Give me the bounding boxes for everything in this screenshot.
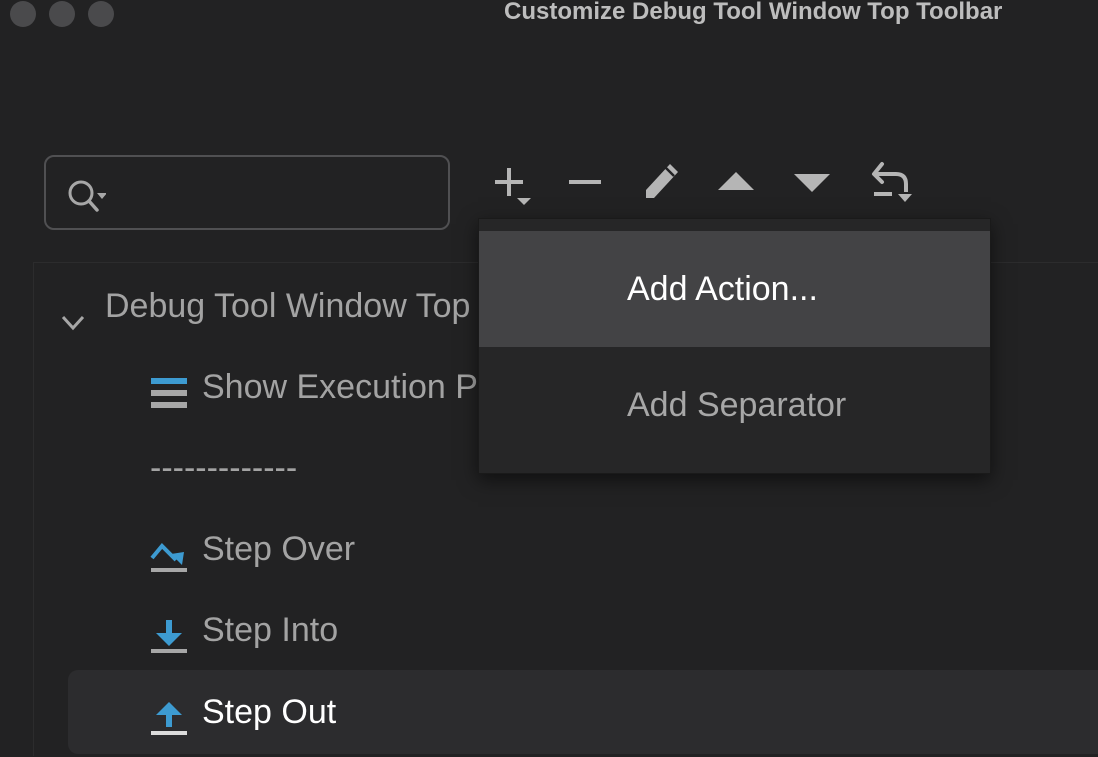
step-into-icon <box>150 613 188 649</box>
close-window-button[interactable] <box>10 1 36 27</box>
step-over-icon <box>150 532 188 568</box>
chevron-down-icon[interactable] <box>60 293 86 317</box>
move-down-button[interactable] <box>790 158 834 208</box>
tree-item-label: Show Execution P <box>202 356 478 418</box>
plus-with-dropdown-icon <box>490 195 534 212</box>
add-button[interactable] <box>490 158 534 208</box>
tree-root-label: Debug Tool Window Top <box>105 275 470 337</box>
remove-button[interactable] <box>564 158 608 208</box>
triangle-down-icon <box>790 195 834 212</box>
search-input[interactable] <box>122 171 436 217</box>
undo-icon <box>868 195 912 212</box>
search-field[interactable] <box>44 155 450 230</box>
triangle-up-icon <box>714 195 758 212</box>
search-icon[interactable] <box>66 177 106 217</box>
minimize-window-button[interactable] <box>49 1 75 27</box>
title-bar: Customize Debug Tool Window Top Toolbar <box>0 0 1098 40</box>
window-title: Customize Debug Tool Window Top Toolbar <box>504 0 1002 26</box>
minus-icon <box>564 195 608 212</box>
tree-item-label: Step Over <box>202 518 355 580</box>
menu-item-add-separator[interactable]: Add Separator <box>479 347 990 463</box>
tree-item-label: Step Into <box>202 599 338 661</box>
step-out-icon <box>150 695 188 731</box>
move-up-button[interactable] <box>714 158 758 208</box>
pencil-icon <box>638 195 682 212</box>
add-popup-menu: Add Action... Add Separator <box>478 218 991 474</box>
menu-item-add-action[interactable]: Add Action... <box>479 231 990 347</box>
edit-button[interactable] <box>638 158 682 208</box>
restore-button[interactable] <box>868 158 912 208</box>
tree-item-label: Step Out <box>202 681 336 743</box>
execution-point-icon <box>150 370 188 406</box>
separator-label: ------------- <box>150 437 297 499</box>
zoom-window-button[interactable] <box>88 1 114 27</box>
